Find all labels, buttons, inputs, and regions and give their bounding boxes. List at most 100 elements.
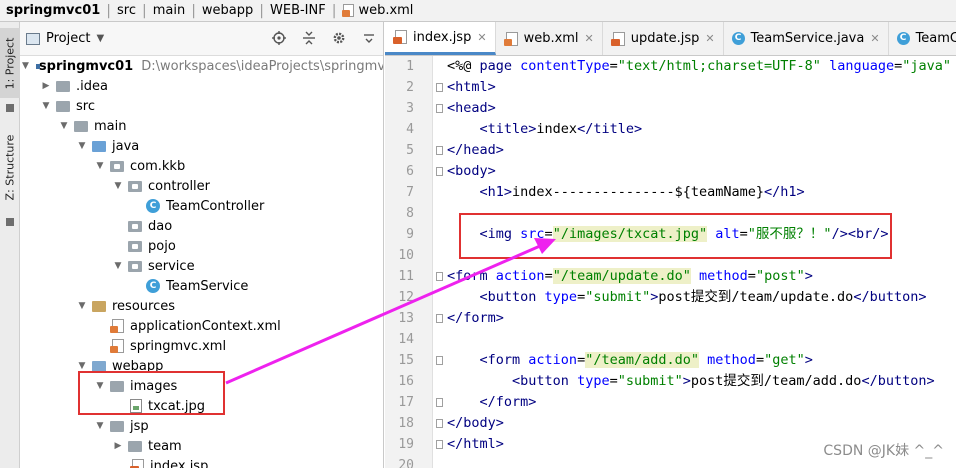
fold-marker-icon[interactable] <box>436 440 443 449</box>
tree-item-idea[interactable]: ▶ .idea <box>20 76 383 96</box>
collapse-arrow-icon[interactable]: ▶ <box>112 441 124 451</box>
fold-marker-icon[interactable] <box>436 146 443 155</box>
tree-item-jsp[interactable]: ▼ jsp <box>20 416 383 436</box>
fold-marker-icon[interactable] <box>436 356 443 365</box>
code-line-4[interactable]: <title>index</title> <box>433 119 956 140</box>
hide-panel-icon[interactable] <box>361 30 377 46</box>
fold-marker-icon[interactable] <box>436 104 443 113</box>
breadcrumb-main[interactable]: main <box>153 3 185 18</box>
tree-item-teamservice[interactable]: C TeamService <box>20 276 383 296</box>
fold-marker-icon[interactable] <box>436 272 443 281</box>
breadcrumb-project[interactable]: springmvc01 <box>6 3 100 18</box>
code-line-5[interactable]: </head> <box>433 140 956 161</box>
tree-item-com-kkb[interactable]: ▼ com.kkb <box>20 156 383 176</box>
tree-item-springmvc-xml[interactable]: springmvc.xml <box>20 336 383 356</box>
breadcrumb-web-inf[interactable]: WEB-INF <box>270 3 326 18</box>
breadcrumb-webapp[interactable]: webapp <box>202 3 253 18</box>
expand-arrow-icon[interactable]: ▼ <box>112 181 124 191</box>
expand-arrow-icon[interactable]: ▼ <box>58 121 70 131</box>
el-expression: ${teamName} <box>674 184 764 200</box>
expand-arrow-icon[interactable]: ▼ <box>76 301 88 311</box>
close-icon[interactable]: ✕ <box>870 32 879 45</box>
breadcrumb-separator: | <box>259 2 264 19</box>
breadcrumb-src[interactable]: src <box>117 3 136 18</box>
expand-arrow-icon[interactable]: ▼ <box>22 61 29 71</box>
code-line-3[interactable]: <head> <box>433 98 956 119</box>
code-line-12[interactable]: <button type="submit">post提交到/team/updat… <box>433 287 956 308</box>
breadcrumb-separator: | <box>331 2 337 19</box>
tree-item-resources[interactable]: ▼ resources <box>20 296 383 316</box>
line-number-gutter: 1 2 3 4 5 6 7 8 9 10 11 12 13 14 15 16 1… <box>385 56 433 468</box>
fold-marker-icon[interactable] <box>436 83 443 92</box>
code-line-17[interactable]: </form> <box>433 392 956 413</box>
code-line-2[interactable]: <html> <box>433 77 956 98</box>
expand-arrow-icon[interactable]: ▼ <box>94 161 106 171</box>
expand-arrow-icon[interactable]: ▼ <box>40 101 52 111</box>
gear-icon[interactable] <box>331 30 347 46</box>
collapse-all-icon[interactable] <box>301 30 317 46</box>
tree-item-label: TeamService <box>166 278 249 294</box>
tree-item-team[interactable]: ▶ team <box>20 436 383 456</box>
line-number: 11 <box>398 269 414 284</box>
collapse-arrow-icon[interactable]: ▶ <box>40 81 52 91</box>
breadcrumb-web-xml[interactable]: web.xml <box>358 3 413 18</box>
expand-arrow-icon[interactable]: ▼ <box>94 421 106 431</box>
fold-marker-icon[interactable] <box>436 398 443 407</box>
tree-item-service[interactable]: ▼ service <box>20 256 383 276</box>
tree-item-index-jsp[interactable]: index.jsp <box>20 456 383 468</box>
heading-text: index--------------- <box>512 184 675 200</box>
tab-teamservice-java[interactable]: C TeamService.java ✕ <box>724 22 889 55</box>
expand-arrow-icon[interactable]: ▼ <box>112 261 124 271</box>
locate-icon[interactable] <box>271 30 287 46</box>
tree-item-applicationcontext[interactable]: applicationContext.xml <box>20 316 383 336</box>
code-line-6[interactable]: <body> <box>433 161 956 182</box>
tree-item-dao[interactable]: dao <box>20 216 383 236</box>
close-icon[interactable]: ✕ <box>477 31 486 44</box>
tab-update-jsp[interactable]: update.jsp ✕ <box>603 22 724 55</box>
code-line-18[interactable]: </body> <box>433 413 956 434</box>
attr-name: contentType <box>520 58 610 74</box>
line-number: 16 <box>398 374 414 389</box>
code-line-13[interactable]: </form> <box>433 308 956 329</box>
close-icon[interactable]: ✕ <box>705 32 714 45</box>
project-window-icon <box>26 32 40 45</box>
line-number: 2 <box>406 80 414 95</box>
chevron-down-icon[interactable]: ▼ <box>96 33 104 44</box>
code-line-1[interactable]: <%@ page contentType="text/html;charset=… <box>433 56 956 77</box>
code-area[interactable]: <%@ page contentType="text/html;charset=… <box>433 56 956 468</box>
package-icon <box>128 260 142 272</box>
tab-web-xml[interactable]: web.xml ✕ <box>496 22 603 55</box>
xml-file-icon <box>342 3 355 18</box>
tree-item-label: springmvc01 <box>38 58 134 74</box>
tab-index-jsp[interactable]: index.jsp ✕ <box>385 22 496 55</box>
resources-folder-icon <box>92 300 106 312</box>
code-line-11[interactable]: <form action="/team/update.do" method="p… <box>433 266 956 287</box>
fold-marker-icon[interactable] <box>436 314 443 323</box>
project-panel-title[interactable]: Project <box>46 31 90 46</box>
structure-tool-tab[interactable]: Z: Structure <box>0 122 20 212</box>
tree-item-main[interactable]: ▼ main <box>20 116 383 136</box>
code-line-14[interactable] <box>433 329 956 350</box>
folder-icon <box>128 440 142 452</box>
fold-marker-icon[interactable] <box>436 419 443 428</box>
tree-item-src[interactable]: ▼ src <box>20 96 383 116</box>
project-tool-tab-label: 1: Project <box>3 37 17 89</box>
tree-item-controller[interactable]: ▼ controller <box>20 176 383 196</box>
tree-item-label: pojo <box>148 238 176 254</box>
project-tool-tab[interactable]: 1: Project <box>0 28 20 98</box>
tree-item-pojo[interactable]: pojo <box>20 236 383 256</box>
tab-label: TeamControlle <box>915 31 956 46</box>
tab-teamcontroller[interactable]: C TeamControlle <box>889 22 956 55</box>
expand-arrow-icon[interactable]: ▼ <box>76 361 88 371</box>
code-line-7[interactable]: <h1>index---------------${teamName}</h1> <box>433 182 956 203</box>
expand-arrow-icon[interactable]: ▼ <box>76 141 88 151</box>
button-type-value: "submit" <box>617 373 683 389</box>
tree-item-teamcontroller[interactable]: C TeamController <box>20 196 383 216</box>
code-line-16[interactable]: <button type="submit">post提交到/team/add.d… <box>433 371 956 392</box>
tree-item-java[interactable]: ▼ java <box>20 136 383 156</box>
fold-marker-icon[interactable] <box>436 167 443 176</box>
tree-item-springmvc01[interactable]: ▼ springmvc01 D:\workspaces\ideaProjects… <box>20 56 383 76</box>
tree-item-label: main <box>94 118 127 134</box>
code-line-15[interactable]: <form action="/team/add.do" method="get"… <box>433 350 956 371</box>
close-icon[interactable]: ✕ <box>585 32 594 45</box>
